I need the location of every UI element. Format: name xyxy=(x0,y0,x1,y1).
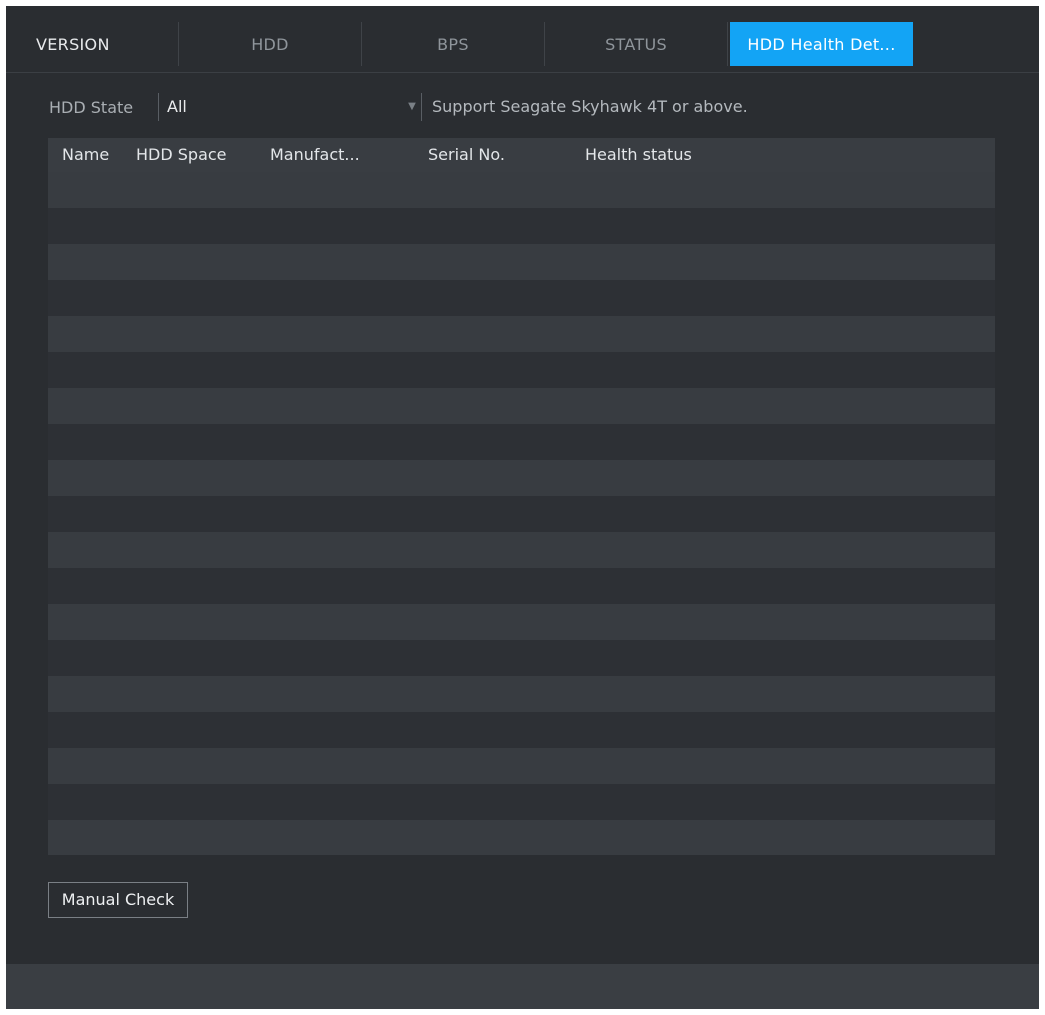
tab-bps-label: BPS xyxy=(437,34,469,54)
table-row[interactable] xyxy=(48,532,995,568)
table-row[interactable] xyxy=(48,640,995,676)
tab-status-label: STATUS xyxy=(605,34,667,54)
tab-hdd-health-label: HDD Health Det... xyxy=(747,34,896,54)
table-row[interactable] xyxy=(48,568,995,604)
table-row[interactable] xyxy=(48,208,995,244)
support-note: Support Seagate Skyhawk 4T or above. xyxy=(432,97,748,116)
hdd-state-label: HDD State xyxy=(49,98,134,117)
hdd-state-select[interactable]: All ▼ xyxy=(158,93,422,121)
table-row[interactable] xyxy=(48,280,995,316)
table-row[interactable] xyxy=(48,316,995,352)
table-row[interactable] xyxy=(48,244,995,280)
manual-check-button[interactable]: Manual Check xyxy=(48,882,188,918)
tab-hdd-label: HDD xyxy=(251,34,289,54)
column-header-health-status[interactable]: Health status xyxy=(585,138,692,172)
table-row[interactable] xyxy=(48,424,995,460)
column-header-manufacturer[interactable]: Manufact... xyxy=(270,138,360,172)
column-header-hdd-space[interactable]: HDD Space xyxy=(136,138,227,172)
table-row[interactable] xyxy=(48,784,995,820)
table-row[interactable] xyxy=(48,352,995,388)
dropdown-arrow-icon[interactable]: ▼ xyxy=(403,93,422,121)
hdd-state-selected-value: All xyxy=(167,97,187,116)
column-header-name[interactable]: Name xyxy=(62,138,109,172)
table-row[interactable] xyxy=(48,748,995,784)
table-row[interactable] xyxy=(48,460,995,496)
footer-bar xyxy=(6,964,1039,1009)
table-row[interactable] xyxy=(48,676,995,712)
tab-status[interactable]: STATUS xyxy=(545,22,728,66)
table-row[interactable] xyxy=(48,820,995,855)
column-header-serial-no[interactable]: Serial No. xyxy=(428,138,505,172)
tab-hdd[interactable]: HDD xyxy=(179,22,362,66)
table-row[interactable] xyxy=(48,496,995,532)
hdd-health-window: VERSION HDD BPS STATUS HDD Health Det...… xyxy=(6,6,1039,1009)
tab-version[interactable]: VERSION xyxy=(6,22,179,66)
tab-hdd-health-detection[interactable]: HDD Health Det... xyxy=(730,22,913,66)
table-header: Name HDD Space Manufact... Serial No. He… xyxy=(48,138,995,172)
tab-bps[interactable]: BPS xyxy=(362,22,545,66)
table-row[interactable] xyxy=(48,172,995,208)
table-row[interactable] xyxy=(48,712,995,748)
tab-bar: VERSION HDD BPS STATUS HDD Health Det... xyxy=(6,6,1039,73)
table-row[interactable] xyxy=(48,604,995,640)
table-row[interactable] xyxy=(48,388,995,424)
tab-version-label: VERSION xyxy=(36,34,110,54)
hdd-health-table: Name HDD Space Manufact... Serial No. He… xyxy=(48,138,995,855)
